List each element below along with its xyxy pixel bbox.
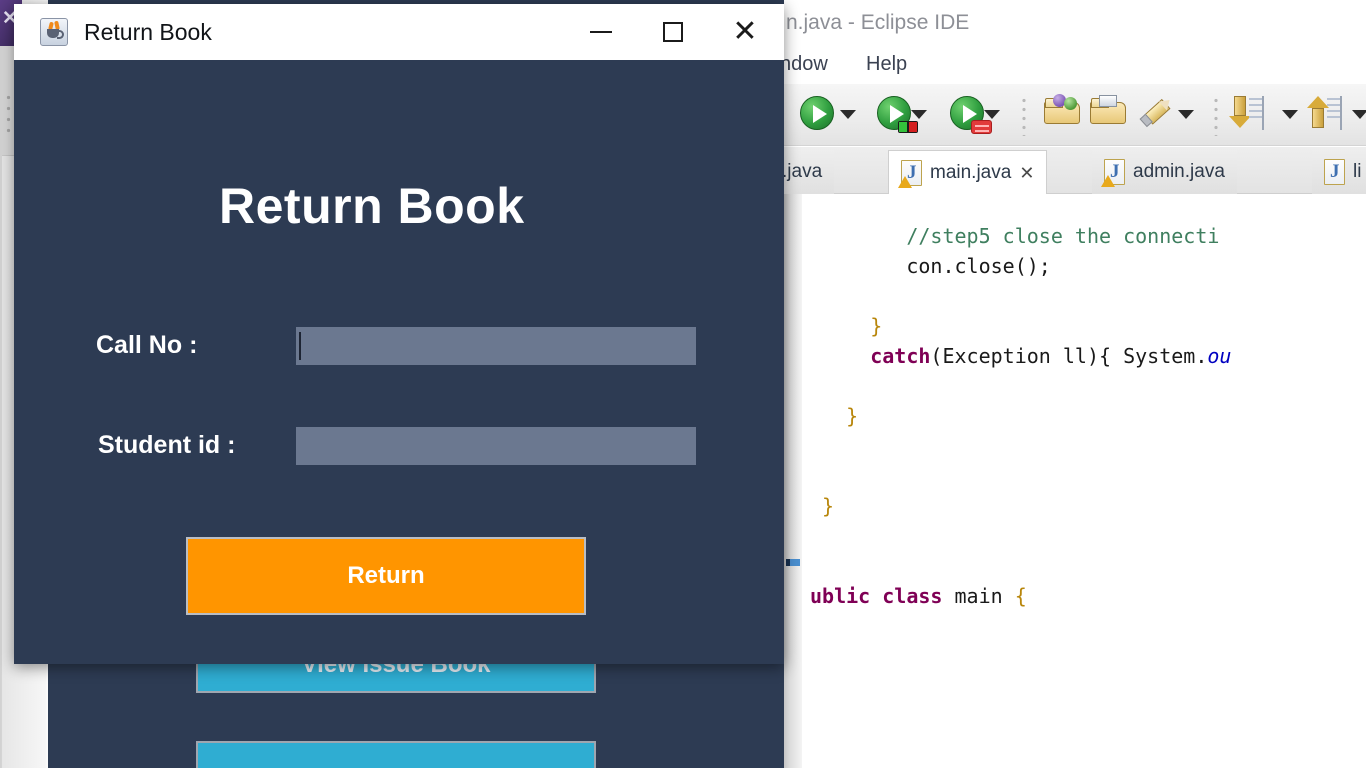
debug-button[interactable]	[877, 96, 918, 133]
next-annotation-button[interactable]	[1229, 96, 1264, 130]
eclipse-title: n.java - Eclipse IDE	[786, 11, 970, 34]
code-line: //step5 close the connecti	[810, 224, 1220, 248]
java-file-icon: J	[1101, 159, 1125, 187]
code-line: }	[810, 314, 883, 338]
dialog-body: Return Book Call No : Student id : Retur…	[14, 60, 784, 664]
code-line: catch(Exception ll){ System.ou	[810, 344, 1232, 368]
java-file-icon: J	[1324, 159, 1345, 185]
close-button[interactable]: ✕	[714, 4, 776, 60]
tab-label: li	[1353, 161, 1362, 182]
return-button[interactable]: Return	[186, 537, 586, 615]
code-line: con.close();	[810, 254, 1051, 278]
page-title: Return Book	[219, 178, 525, 234]
coverage-dropdown-caret-icon[interactable]	[984, 110, 1000, 119]
next-annotation-dropdown-caret-icon[interactable]	[1282, 110, 1298, 119]
up-arrow-icon	[1307, 96, 1342, 130]
open-folder-icon	[1090, 95, 1126, 124]
minimize-icon	[590, 31, 612, 33]
text-caret	[299, 332, 301, 360]
debug-icon	[877, 96, 918, 133]
student-id-input[interactable]	[296, 427, 696, 465]
drag-handle-dots-icon[interactable]	[6, 92, 11, 136]
maximize-icon	[663, 22, 683, 42]
mark-occurrences-dropdown-caret-icon[interactable]	[1178, 110, 1194, 119]
java-file-icon: J	[898, 159, 922, 188]
coverage-button[interactable]	[950, 96, 992, 134]
toolbar-separator-2	[1214, 96, 1218, 136]
code-line: }	[810, 494, 835, 518]
run-dropdown-caret-icon[interactable]	[840, 110, 856, 119]
annotation-lines-icon	[1249, 98, 1262, 126]
toggle-mark-occurrences-button[interactable]	[1139, 96, 1174, 128]
menu-help[interactable]: Help	[866, 53, 907, 76]
menu-window[interactable]: ndow	[780, 53, 828, 76]
open-type-button[interactable]	[1090, 95, 1126, 124]
screen: n.java - Eclipse IDE ndow Help .java J m…	[0, 0, 1366, 768]
down-arrow-icon	[1229, 96, 1264, 130]
new-java-package-button[interactable]	[1044, 94, 1080, 124]
new-package-folder-icon	[1044, 94, 1080, 124]
debug-dropdown-caret-icon[interactable]	[911, 110, 927, 119]
run-button[interactable]	[800, 96, 834, 130]
swing-secondary-button[interactable]	[196, 741, 596, 768]
tab-main-java[interactable]: J main.java ✕	[888, 150, 1048, 194]
white-box-icon	[1099, 95, 1117, 107]
java-coffee-cup-icon	[40, 18, 68, 46]
code-line: ublic class main {	[810, 584, 1027, 608]
coverage-icon	[950, 96, 992, 134]
tab-label: admin.java	[1133, 161, 1225, 182]
dialog-titlebar[interactable]: Return Book ✕	[14, 4, 784, 60]
green-ball-icon	[1064, 97, 1077, 110]
editor-gutter-marker[interactable]	[786, 559, 800, 566]
student-id-label: Student id :	[98, 431, 236, 459]
minimize-button[interactable]	[570, 4, 632, 60]
tab-label: .java	[782, 161, 823, 182]
maximize-button[interactable]	[642, 4, 704, 60]
close-icon: ✕	[732, 15, 758, 48]
toolbar-separator	[1022, 96, 1026, 136]
return-book-dialog: Return Book ✕ Return Book Call No : Stud…	[14, 4, 784, 664]
call-no-input[interactable]	[296, 327, 696, 365]
code-line: }	[810, 404, 859, 428]
previous-annotation-dropdown-caret-icon[interactable]	[1352, 110, 1366, 119]
tab-admin-java[interactable]: J admin.java	[1092, 150, 1237, 194]
coverage-badge-icon	[971, 120, 992, 134]
tab-close-icon[interactable]: ✕	[1019, 164, 1034, 182]
previous-annotation-button[interactable]	[1307, 96, 1342, 130]
annotation-lines-icon-2	[1327, 98, 1340, 126]
tab-label: main.java	[930, 161, 1012, 183]
tab-li-partial[interactable]: J li	[1312, 150, 1366, 194]
dialog-title: Return Book	[84, 18, 212, 45]
run-icon	[800, 96, 834, 130]
call-no-label: Call No :	[96, 331, 198, 359]
debug-badge-icon	[898, 121, 918, 133]
